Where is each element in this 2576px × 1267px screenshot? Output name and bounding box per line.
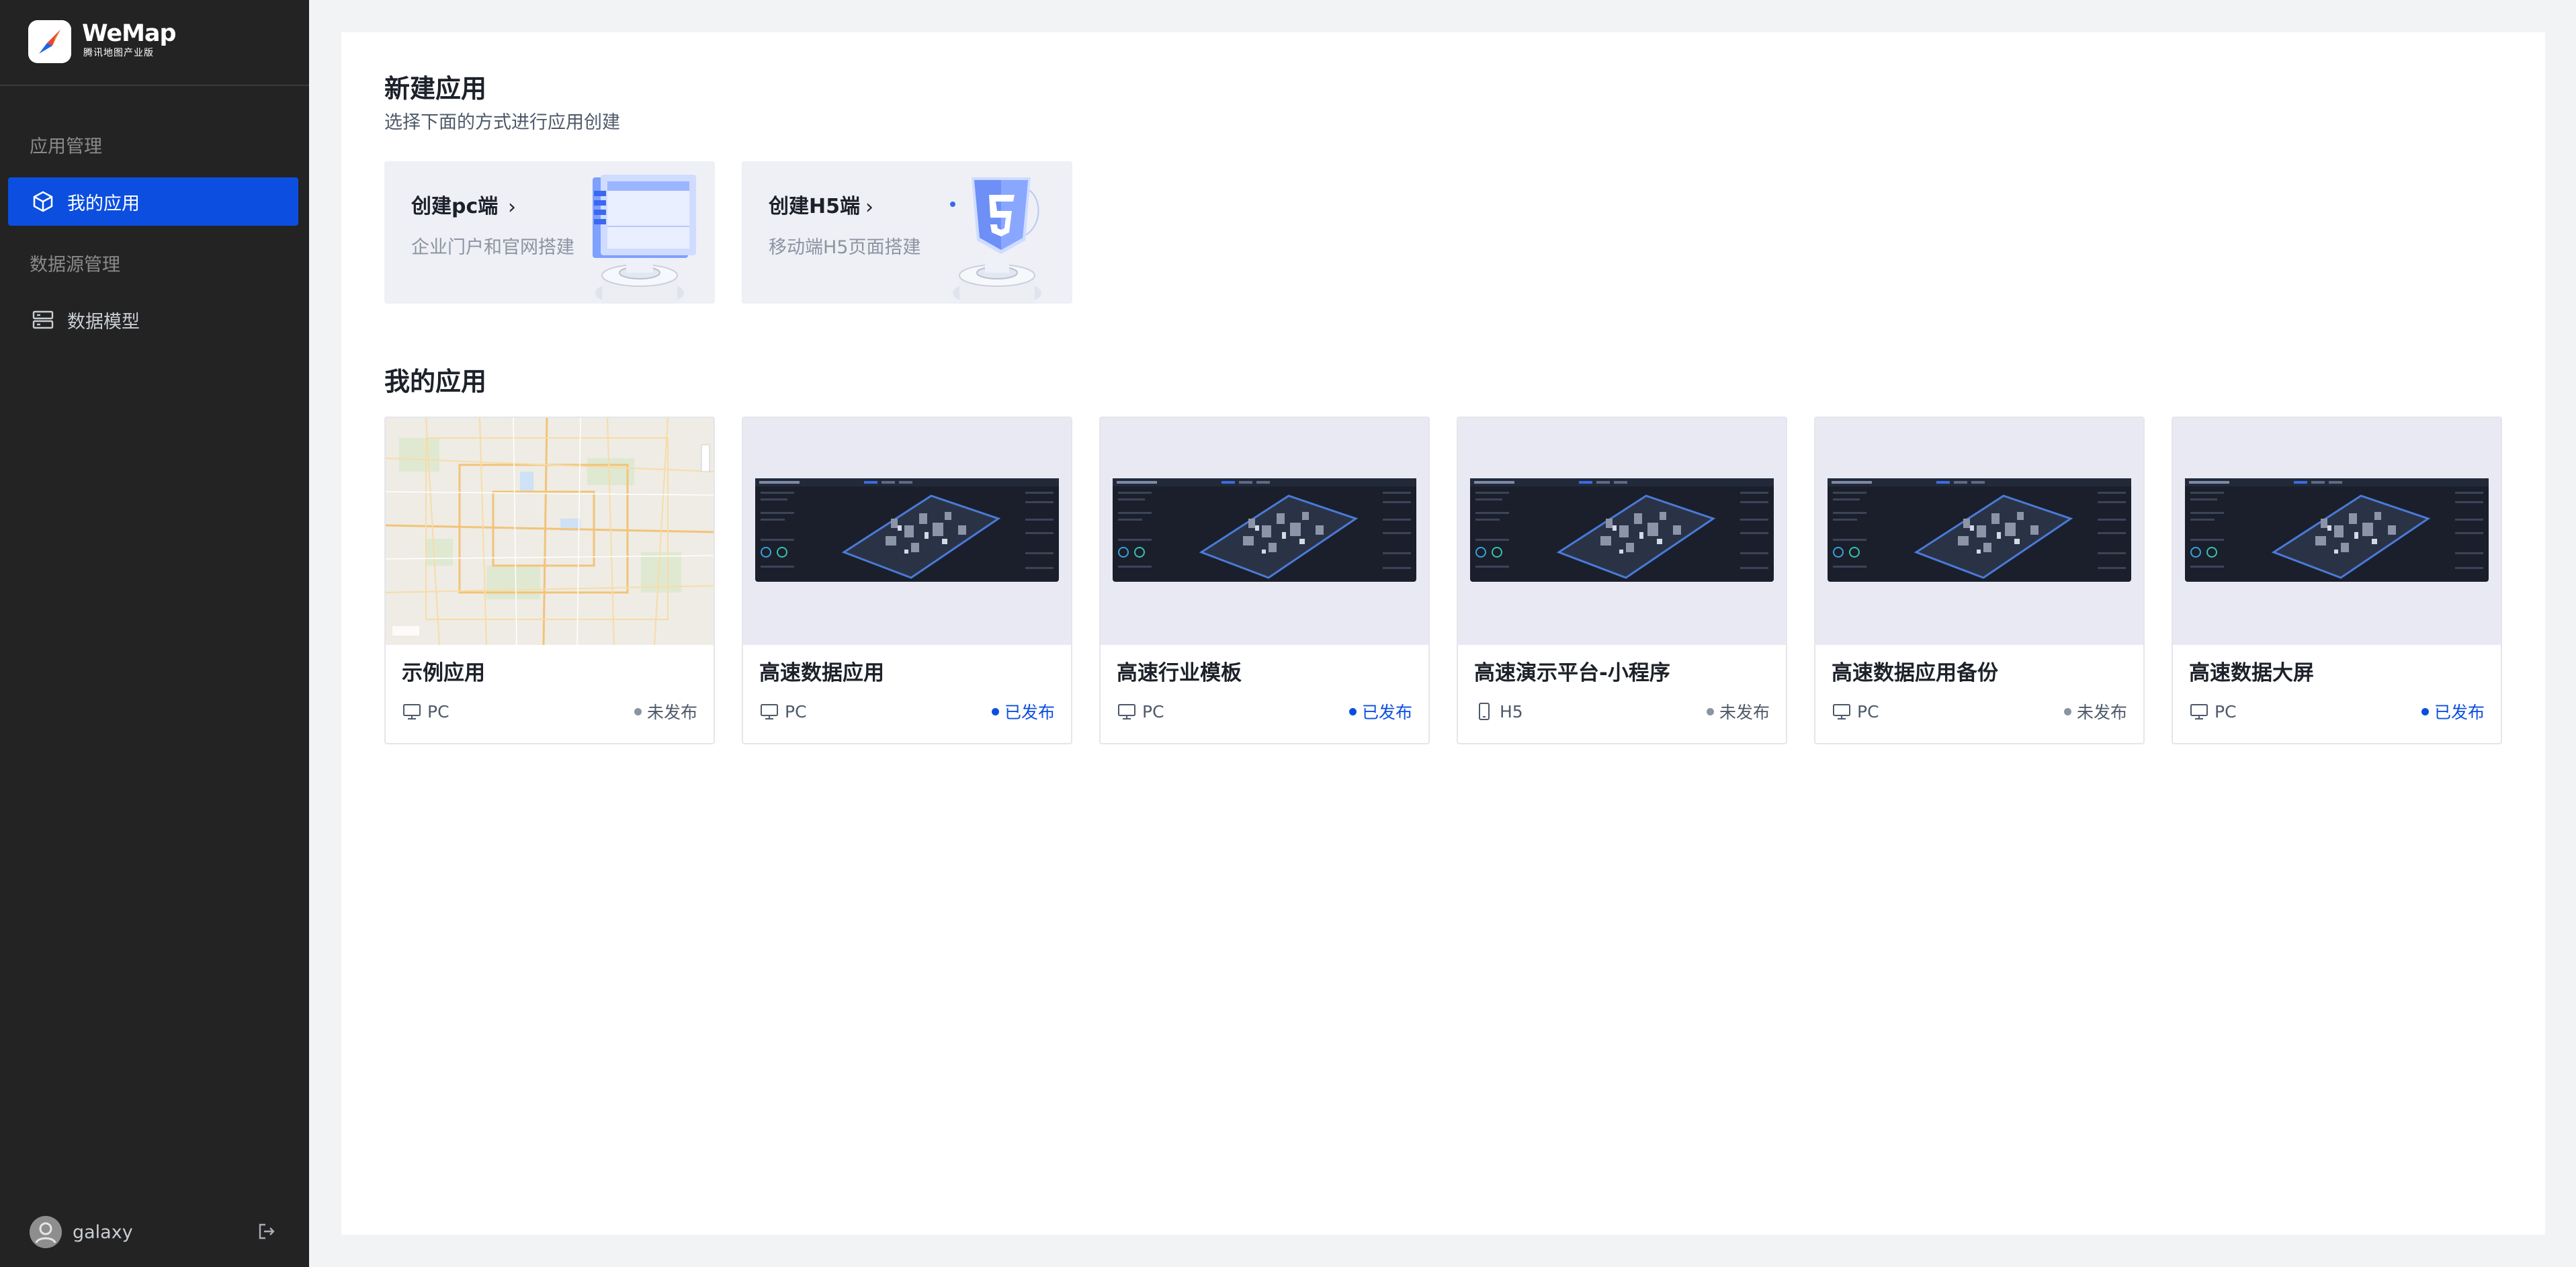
monitor-icon (2190, 704, 2208, 719)
create-pc-desc: 企业门户和官网搭建 (411, 237, 574, 258)
brand-name: WeMap (82, 20, 177, 47)
app-name: 高速数据应用 (759, 661, 884, 685)
monitor-icon (761, 704, 778, 719)
status-label: 已发布 (1361, 703, 1412, 722)
app-thumbnail (1815, 418, 2143, 645)
app-card[interactable]: 高速数据应用备份 PC 未发布 (1814, 417, 2145, 744)
status-dot (1348, 707, 1357, 715)
app-name: 示例应用 (402, 661, 485, 685)
status-badge: 已发布 (991, 700, 1055, 723)
status-badge: 未发布 (2063, 700, 2127, 723)
app-type: PC (1117, 700, 1164, 723)
nav-group-datasource-management: 数据源管理 (30, 255, 120, 275)
app-type: H5 (1474, 700, 1523, 723)
app-type-label: PC (785, 701, 807, 722)
app-card[interactable]: 高速行业模板 PC 已发布 (1099, 417, 1430, 744)
status-badge: 未发布 (634, 700, 697, 723)
sidebar-item-data-model[interactable]: 数据模型 (8, 296, 298, 344)
app-name: 高速行业模板 (1117, 661, 1242, 685)
app-name: 高速数据应用备份 (1832, 661, 1998, 685)
cube-icon (33, 191, 53, 212)
app-thumbnail (1458, 418, 1786, 645)
status-label: 未发布 (1719, 703, 1770, 722)
database-icon (32, 310, 54, 329)
app-card[interactable]: 高速数据大屏 PC 已发布 (2172, 417, 2502, 744)
create-h5-desc: 移动端H5页面搭建 (769, 237, 921, 258)
app-type-label: PC (1142, 701, 1164, 722)
app-name: 高速演示平台-小程序 (1474, 661, 1670, 685)
status-label: 未发布 (646, 703, 697, 722)
app-thumbnail (1101, 418, 1428, 645)
mobile-phone-icon (1479, 703, 1490, 720)
new-app-title: 新建应用 (384, 74, 487, 103)
app-type: PC (402, 700, 449, 723)
username: galaxy (73, 1221, 133, 1243)
status-badge: 已发布 (1348, 700, 1412, 723)
monitor-icon (1118, 704, 1135, 719)
app-thumbnail (386, 418, 714, 645)
logout-icon[interactable] (257, 1221, 277, 1241)
status-label: 已发布 (2434, 703, 2485, 722)
status-dot (991, 707, 999, 715)
create-pc-title: 创建pc端 (411, 195, 499, 218)
sidebar-item-my-apps[interactable]: 我的应用 (8, 177, 298, 226)
app-card[interactable]: 高速数据应用 PC 已发布 (742, 417, 1072, 744)
new-app-subtitle: 选择下面的方式进行应用创建 (384, 112, 620, 133)
user-profile[interactable]: galaxy (30, 1216, 133, 1248)
my-apps-title: 我的应用 (384, 367, 487, 396)
status-dot (1706, 707, 1714, 715)
status-badge: 已发布 (2421, 700, 2485, 723)
app-thumbnail (2173, 418, 2501, 645)
sidebar: WeMap 腾讯地图产业版 应用管理 我的应用 数据源管理 数据模型 galax… (0, 0, 309, 1267)
html5-illustration-icon (950, 177, 1041, 304)
create-h5-title: 创建H5端 (769, 195, 860, 218)
nav-group-app-management: 应用管理 (30, 136, 102, 157)
app-name: 高速数据大屏 (2189, 661, 2314, 685)
app-card[interactable]: 示例应用 PC 未发布 (384, 417, 715, 744)
create-pc-card[interactable]: 创建pc端 › 企业门户和官网搭建 (384, 161, 715, 304)
status-label: 未发布 (2076, 703, 2127, 722)
status-label: 已发布 (1004, 703, 1055, 722)
app-type-label: H5 (1500, 701, 1523, 722)
main-content: 新建应用 选择下面的方式进行应用创建 创建pc端 › 企业门户和官网搭建 创建H… (341, 32, 2545, 1235)
monitor-icon (403, 704, 421, 719)
pc-monitor-illustration-icon (593, 175, 696, 304)
chevron-right-icon: › (508, 195, 516, 219)
status-dot (634, 707, 642, 715)
avatar (30, 1216, 62, 1248)
monitor-icon (1833, 704, 1850, 719)
status-dot (2063, 707, 2071, 715)
app-thumbnail (743, 418, 1071, 645)
sidebar-item-label: 数据模型 (67, 311, 140, 333)
app-type-label: PC (1857, 701, 1879, 722)
app-type: PC (2189, 700, 2237, 723)
status-badge: 未发布 (1706, 700, 1770, 723)
wemap-logo-icon (28, 20, 71, 63)
app-card[interactable]: 高速演示平台-小程序 H5 未发布 (1457, 417, 1787, 744)
app-type-label: PC (2215, 701, 2237, 722)
app-type: PC (759, 700, 807, 723)
brand: WeMap 腾讯地图产业版 (0, 0, 309, 86)
sidebar-item-label: 我的应用 (67, 193, 140, 214)
brand-subtitle: 腾讯地图产业版 (83, 48, 154, 58)
app-type-label: PC (427, 701, 449, 722)
app-type: PC (1832, 700, 1879, 723)
create-h5-card[interactable]: 创建H5端 › 移动端H5页面搭建 (742, 161, 1072, 304)
chevron-right-icon: › (865, 195, 873, 219)
status-dot (2421, 707, 2429, 715)
